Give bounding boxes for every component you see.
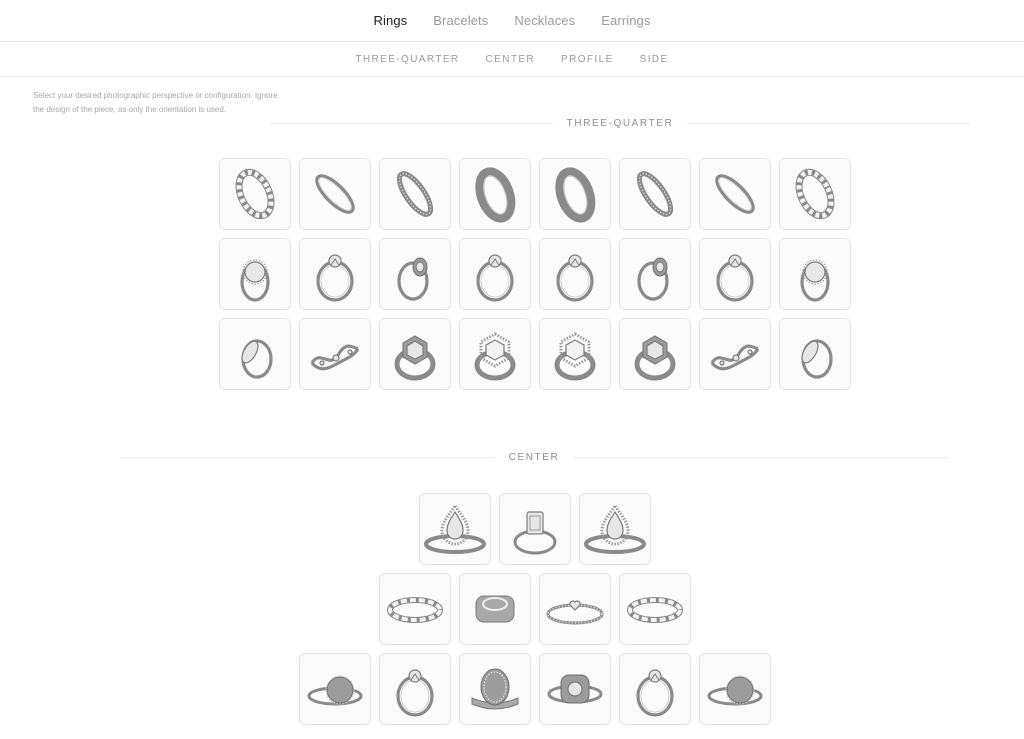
perspective-option[interactable]: [779, 238, 851, 310]
tab-earrings[interactable]: Earrings: [601, 13, 650, 28]
subtab-side[interactable]: SIDE: [640, 54, 669, 65]
perspective-tabs: THREE-QUARTER CENTER PROFILE SIDE: [0, 42, 1024, 77]
perspective-option[interactable]: [499, 493, 571, 565]
perspective-option[interactable]: [299, 653, 371, 725]
pave-band-ring-icon: [396, 171, 434, 217]
halo-ring-icon: [240, 259, 270, 302]
subtab-three-quarter[interactable]: THREE-QUARTER: [355, 54, 459, 65]
perspective-option[interactable]: [459, 573, 531, 645]
thin-band-ring-icon: [315, 174, 355, 214]
oval-signet-ring-icon: [471, 668, 519, 710]
perspective-option[interactable]: [219, 158, 291, 230]
emerald-cut-ring-icon: [513, 511, 557, 555]
perspective-option[interactable]: [539, 158, 611, 230]
heart-ring-icon: [546, 600, 604, 625]
divider-line: [270, 122, 553, 124]
bubble-band-ring-icon: [387, 597, 443, 623]
round-signet-ring-icon: [307, 675, 363, 706]
perspective-option[interactable]: [619, 653, 691, 725]
divider-line: [120, 456, 495, 458]
cushion-halo-ring-icon: [547, 674, 603, 704]
bubble-band-ring-icon: [627, 597, 683, 623]
hexagon-halo-ring-icon: [474, 332, 516, 381]
pave-band-ring-icon: [636, 171, 674, 217]
solitaire-ring-icon: [556, 254, 594, 302]
signet-ring-icon: [397, 257, 429, 301]
solitaire-ring-icon: [716, 254, 754, 302]
twist-ring-icon: [710, 344, 760, 371]
domed-band-ring-icon: [555, 167, 596, 223]
perspective-option[interactable]: [299, 318, 371, 390]
perspective-option[interactable]: [619, 318, 691, 390]
perspective-option[interactable]: [219, 318, 291, 390]
solitaire-ring-icon: [636, 669, 674, 717]
perspective-option[interactable]: [459, 158, 531, 230]
divider-line: [687, 122, 971, 124]
perspective-option[interactable]: [779, 318, 851, 390]
perspective-option[interactable]: [779, 158, 851, 230]
tab-necklaces[interactable]: Necklaces: [514, 13, 575, 28]
solitaire-ring-icon: [316, 254, 354, 302]
solitaire-ring-icon: [396, 669, 434, 717]
perspective-option[interactable]: [379, 318, 451, 390]
perspective-option[interactable]: [539, 573, 611, 645]
marquise-ring-icon: [241, 339, 273, 379]
perspective-option[interactable]: [459, 318, 531, 390]
perspective-option[interactable]: [219, 238, 291, 310]
perspective-option[interactable]: [419, 493, 491, 565]
eternity-ring-icon: [795, 168, 835, 220]
hexagon-halo-ring-icon: [554, 332, 596, 381]
eternity-ring-icon: [235, 168, 275, 220]
instructions-text: Select your desired photographic perspec…: [33, 91, 278, 114]
section-title: CENTER: [508, 451, 560, 463]
round-signet-ring-icon: [707, 675, 763, 706]
perspective-option[interactable]: [379, 158, 451, 230]
perspective-option[interactable]: [699, 653, 771, 725]
perspective-option[interactable]: [619, 573, 691, 645]
twist-ring-icon: [310, 344, 360, 371]
perspective-option[interactable]: [619, 158, 691, 230]
subtab-center[interactable]: CENTER: [486, 54, 536, 65]
tab-rings[interactable]: Rings: [374, 13, 408, 28]
perspective-option[interactable]: [699, 158, 771, 230]
cigar-band-ring-icon: [475, 595, 515, 623]
thin-band-ring-icon: [715, 174, 755, 214]
pear-halo-ring-icon: [424, 503, 486, 554]
perspective-option[interactable]: [699, 238, 771, 310]
perspective-option[interactable]: [579, 493, 651, 565]
perspective-option[interactable]: [379, 653, 451, 725]
halo-ring-icon: [800, 259, 830, 302]
solitaire-ring-icon: [476, 254, 514, 302]
signet-ring-icon: [637, 257, 669, 301]
marquise-ring-icon: [801, 339, 833, 379]
section-heading-center: CENTER: [120, 451, 948, 463]
perspective-option[interactable]: [459, 238, 531, 310]
perspective-option[interactable]: [539, 238, 611, 310]
perspective-option[interactable]: [539, 318, 611, 390]
perspective-option[interactable]: [299, 238, 371, 310]
section-title: THREE-QUARTER: [566, 117, 674, 129]
perspective-option[interactable]: [619, 238, 691, 310]
subtab-profile[interactable]: PROFILE: [561, 54, 614, 65]
tab-bracelets[interactable]: Bracelets: [433, 13, 488, 28]
perspective-option[interactable]: [379, 238, 451, 310]
perspective-option[interactable]: [299, 158, 371, 230]
category-tabs: Rings Bracelets Necklaces Earrings: [0, 0, 1024, 42]
perspective-option[interactable]: [539, 653, 611, 725]
hexagon-ring-icon: [634, 335, 676, 381]
domed-band-ring-icon: [475, 167, 516, 223]
section-heading-three-quarter: THREE-QUARTER: [270, 117, 971, 129]
pear-halo-ring-icon: [584, 503, 646, 554]
perspective-option[interactable]: [459, 653, 531, 725]
perspective-option[interactable]: [699, 318, 771, 390]
divider-line: [573, 456, 948, 458]
perspective-option[interactable]: [379, 573, 451, 645]
hexagon-ring-icon: [394, 335, 436, 381]
